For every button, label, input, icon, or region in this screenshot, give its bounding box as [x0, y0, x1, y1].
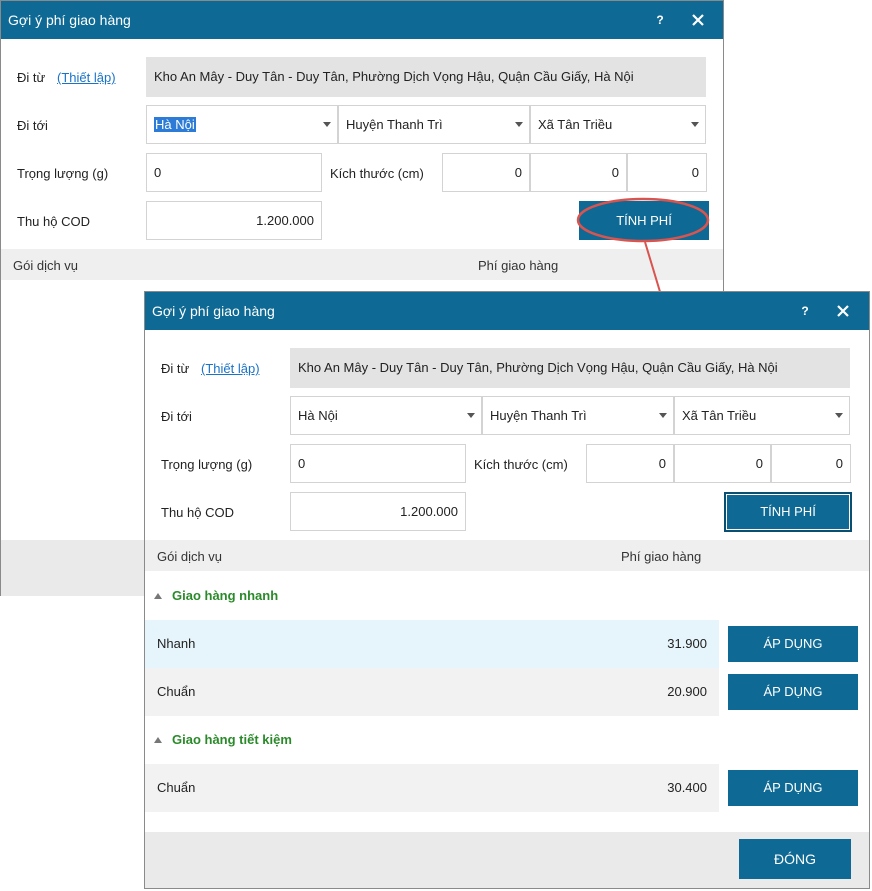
group-name: Giao hàng tiết kiệm — [172, 732, 292, 747]
title-bar: Gợi ý phí giao hàng ? — [1, 1, 723, 39]
fee-column-header: Phí giao hàng — [621, 549, 702, 564]
chevron-down-icon — [323, 122, 331, 127]
calculate-fee-button[interactable]: TÍNH PHÍ — [724, 492, 852, 532]
cod-value: 1.200.000 — [256, 213, 314, 228]
title-bar: Gợi ý phí giao hàng ? — [145, 292, 869, 330]
province-value: Hà Nội — [154, 117, 196, 132]
weight-label: Trọng lượng (g) — [17, 166, 109, 181]
length-input[interactable]: 0 — [586, 444, 674, 483]
service-column-header: Gói dịch vụ — [13, 258, 79, 273]
height-input[interactable]: 0 — [627, 153, 707, 192]
width-value: 0 — [755, 456, 763, 471]
cod-input[interactable]: 1.200.000 — [146, 201, 322, 240]
service-row[interactable]: Chuẩn 30.400 — [145, 764, 719, 812]
close-icon[interactable] — [687, 9, 709, 31]
from-address-field: Kho An Mây - Duy Tân - Duy Tân, Phường D… — [290, 348, 850, 388]
province-select[interactable]: Hà Nội — [146, 105, 338, 144]
ward-value: Xã Tân Triều — [682, 408, 757, 423]
apply-button[interactable]: ÁP DỤNG — [728, 770, 858, 806]
dialog-front: Gợi ý phí giao hàng ? Đi từ (Thiết lập) … — [144, 291, 870, 889]
fee-column-header: Phí giao hàng — [478, 258, 559, 273]
calculate-fee-button[interactable]: TÍNH PHÍ — [579, 201, 709, 240]
cod-label: Thu hộ COD — [17, 214, 90, 229]
ward-select[interactable]: Xã Tân Triều — [530, 105, 706, 144]
height-value: 0 — [691, 165, 699, 180]
from-address-text: Kho An Mây - Duy Tân - Duy Tân, Phường D… — [154, 69, 634, 84]
help-button[interactable]: ? — [794, 300, 816, 322]
service-fee: 31.900 — [667, 636, 707, 651]
results-header: Gói dịch vụ Phí giao hàng — [1, 249, 723, 280]
collapse-triangle-icon[interactable] — [154, 737, 162, 743]
cod-input[interactable]: 1.200.000 — [290, 492, 466, 531]
height-value: 0 — [835, 456, 843, 471]
group-name: Giao hàng nhanh — [172, 588, 279, 603]
to-label: Đi tới — [161, 409, 192, 424]
chevron-down-icon — [659, 413, 667, 418]
service-row[interactable]: Chuẩn 20.900 — [145, 668, 719, 716]
cod-value: 1.200.000 — [400, 504, 458, 519]
setup-link[interactable]: (Thiết lập) — [201, 361, 260, 376]
district-select[interactable]: Huyện Thanh Trì — [482, 396, 674, 435]
district-value: Huyện Thanh Trì — [490, 408, 587, 423]
apply-button[interactable]: ÁP DỤNG — [728, 626, 858, 662]
from-label: Đi từ — [17, 70, 46, 85]
province-select[interactable]: Hà Nội — [290, 396, 482, 435]
dialog-title: Gợi ý phí giao hàng — [152, 303, 275, 319]
service-fee: 20.900 — [667, 684, 707, 699]
from-label: Đi từ — [161, 361, 190, 376]
width-value: 0 — [611, 165, 619, 180]
district-select[interactable]: Huyện Thanh Trì — [338, 105, 530, 144]
length-value: 0 — [514, 165, 522, 180]
size-label: Kích thước (cm) — [474, 457, 568, 472]
setup-link[interactable]: (Thiết lập) — [57, 70, 116, 85]
service-name: Chuẩn — [157, 780, 196, 795]
service-row[interactable]: Nhanh 31.900 — [145, 620, 719, 668]
weight-input[interactable]: 0 — [290, 444, 466, 483]
footer-bar: ĐÓNG — [145, 832, 869, 888]
length-input[interactable]: 0 — [442, 153, 530, 192]
group-row-fast[interactable]: Giao hàng nhanh — [145, 572, 869, 620]
weight-value: 0 — [298, 456, 306, 471]
close-button[interactable]: ĐÓNG — [739, 839, 851, 879]
close-icon[interactable] — [832, 300, 854, 322]
collapse-triangle-icon[interactable] — [154, 593, 162, 599]
weight-value: 0 — [154, 165, 162, 180]
cod-label: Thu hộ COD — [161, 505, 234, 520]
to-label: Đi tới — [17, 118, 48, 133]
group-row-economy[interactable]: Giao hàng tiết kiệm — [145, 716, 869, 764]
chevron-down-icon — [515, 122, 523, 127]
ward-select[interactable]: Xã Tân Triều — [674, 396, 850, 435]
province-value: Hà Nội — [298, 408, 338, 423]
calculate-fee-label: TÍNH PHÍ — [616, 213, 672, 228]
length-value: 0 — [658, 456, 666, 471]
width-input[interactable]: 0 — [674, 444, 771, 483]
service-name: Nhanh — [157, 636, 196, 651]
service-column-header: Gói dịch vụ — [157, 549, 223, 564]
service-fee: 30.400 — [667, 780, 707, 795]
weight-label: Trọng lượng (g) — [161, 457, 253, 472]
weight-input[interactable]: 0 — [146, 153, 322, 192]
chevron-down-icon — [467, 413, 475, 418]
from-address-field: Kho An Mây - Duy Tân - Duy Tân, Phường D… — [146, 57, 706, 97]
dialog-title: Gợi ý phí giao hàng — [8, 12, 131, 28]
service-name: Chuẩn — [157, 684, 196, 699]
results-header: Gói dịch vụ Phí giao hàng — [145, 540, 869, 571]
district-value: Huyện Thanh Trì — [346, 117, 443, 132]
help-button[interactable]: ? — [649, 9, 671, 31]
from-address-text: Kho An Mây - Duy Tân - Duy Tân, Phường D… — [298, 360, 778, 375]
chevron-down-icon — [835, 413, 843, 418]
width-input[interactable]: 0 — [530, 153, 627, 192]
close-button-label: ĐÓNG — [774, 851, 816, 867]
size-label: Kích thước (cm) — [330, 166, 424, 181]
ward-value: Xã Tân Triều — [538, 117, 613, 132]
calculate-fee-label: TÍNH PHÍ — [760, 504, 816, 519]
apply-button[interactable]: ÁP DỤNG — [728, 674, 858, 710]
chevron-down-icon — [691, 122, 699, 127]
height-input[interactable]: 0 — [771, 444, 851, 483]
